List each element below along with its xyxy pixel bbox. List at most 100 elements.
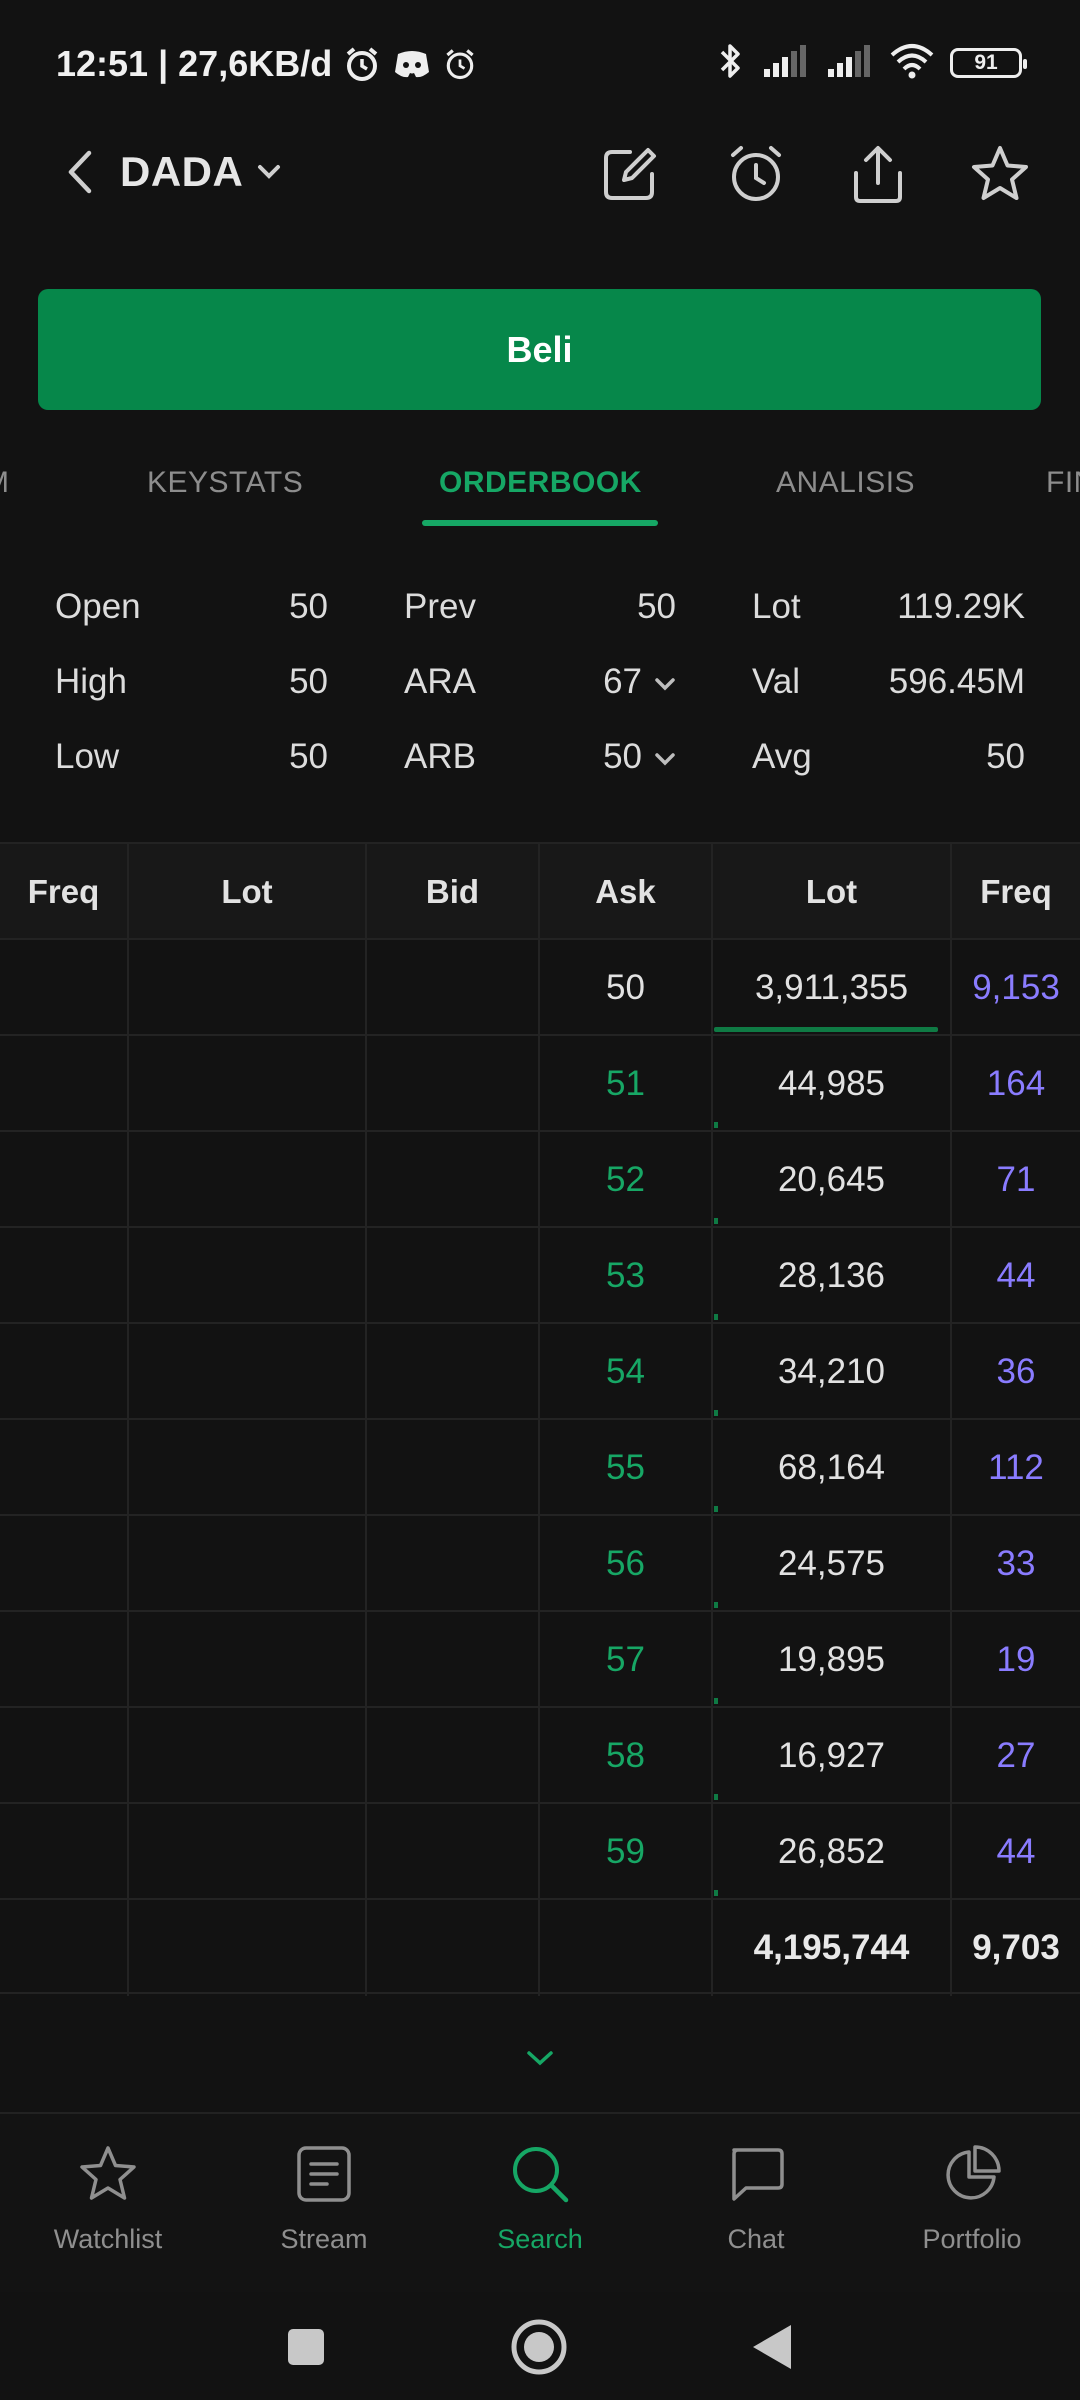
- edit-button[interactable]: [596, 140, 664, 208]
- signal-icon: [762, 43, 810, 84]
- home-circle-icon: [511, 2319, 567, 2375]
- ask-price-cell[interactable]: 52: [540, 1132, 713, 1228]
- pie-chart-icon: [940, 2142, 1004, 2206]
- ticker-selector[interactable]: DADA: [120, 140, 281, 204]
- alarm-icon: [342, 44, 382, 84]
- ask-lot-cell: 44,985: [713, 1036, 952, 1132]
- signal-icon: [826, 43, 874, 84]
- bid-lot-cell: [129, 940, 367, 1036]
- chevron-down-icon: [655, 753, 675, 766]
- bid-price-cell: [367, 940, 540, 1036]
- chevron-down-icon: [258, 165, 281, 179]
- ask-price-cell[interactable]: 54: [540, 1324, 713, 1420]
- bid-price-cell: [367, 1132, 540, 1228]
- bid-freq-cell: [0, 1612, 129, 1708]
- ask-lot-cell: 28,136: [713, 1228, 952, 1324]
- bid-freq-cell: [0, 1228, 129, 1324]
- orderbook-row[interactable]: 57 19,895 19: [0, 1610, 1080, 1708]
- ask-price-cell[interactable]: 58: [540, 1708, 713, 1804]
- ask-volume-bar: [714, 1122, 718, 1128]
- stock-header: DADA: [0, 120, 1080, 230]
- expand-button[interactable]: [516, 2038, 564, 2078]
- nav-label: Stream: [280, 2224, 368, 2254]
- ask-total-spacer: [540, 1900, 713, 1996]
- back-nav-button[interactable]: [738, 2312, 808, 2382]
- chevron-down-icon: [655, 678, 675, 691]
- share-button[interactable]: [844, 140, 912, 208]
- stat-ara-dropdown[interactable]: 67: [603, 662, 676, 702]
- stat-prev-value: 50: [637, 587, 676, 626]
- ask-freq-cell: 44: [996, 1832, 1036, 1871]
- tab-orderbook[interactable]: ORDERBOOK: [439, 466, 642, 500]
- stat-val-label: Val: [752, 662, 800, 701]
- wifi-icon: [890, 43, 934, 84]
- system-nav-bar: [0, 2292, 1080, 2400]
- nav-chat[interactable]: Chat: [648, 2142, 864, 2272]
- orderbook-total-row: 4,195,744 9,703: [0, 1898, 1080, 1996]
- home-button[interactable]: [504, 2312, 574, 2382]
- stat-ara-label: ARA: [404, 662, 476, 701]
- orderbook-row[interactable]: 55 68,164 112: [0, 1418, 1080, 1516]
- ask-price-cell[interactable]: 59: [540, 1804, 713, 1900]
- nav-portfolio[interactable]: Portfolio: [864, 2142, 1080, 2272]
- stat-open-value: 50: [289, 587, 328, 626]
- star-icon: [972, 146, 1028, 200]
- ask-freq-cell: 71: [996, 1160, 1036, 1199]
- bid-freq-cell: [0, 1036, 129, 1132]
- alarm-button[interactable]: [722, 140, 790, 208]
- tab-partial-left[interactable]: M: [0, 466, 10, 500]
- ticker-symbol: DADA: [120, 148, 244, 195]
- edit-icon: [604, 148, 656, 200]
- favorite-button[interactable]: [966, 140, 1034, 208]
- orderbook-row[interactable]: 51 44,985 164: [0, 1034, 1080, 1132]
- ask-price-cell[interactable]: 57: [540, 1612, 713, 1708]
- nav-watchlist[interactable]: Watchlist: [0, 2142, 216, 2272]
- stat-lot-value: 119.29K: [897, 587, 1025, 626]
- col-bid: Bid: [367, 844, 540, 940]
- bid-total-spacer: [367, 1900, 540, 1996]
- triangle-back-icon: [753, 2325, 791, 2369]
- orderbook-row[interactable]: 58 16,927 27: [0, 1706, 1080, 1804]
- stat-low-label: Low: [55, 737, 120, 776]
- orderbook-row[interactable]: 54 34,210 36: [0, 1322, 1080, 1420]
- ask-volume-bar: [714, 1602, 718, 1608]
- ask-volume-bar: [714, 1410, 718, 1416]
- tab-partial-right[interactable]: FIN: [1046, 466, 1080, 500]
- tab-analisis[interactable]: ANALISIS: [776, 466, 915, 500]
- bid-lot-cell: [129, 1612, 367, 1708]
- orderbook-row[interactable]: 50 3,911,355 9,153: [0, 938, 1080, 1036]
- recents-button[interactable]: [271, 2312, 341, 2382]
- share-icon: [854, 146, 902, 203]
- bid-lot-cell: [129, 1036, 367, 1132]
- ask-volume-bar: [714, 1506, 718, 1512]
- bid-price-cell: [367, 1708, 540, 1804]
- ask-price-cell[interactable]: 55: [540, 1420, 713, 1516]
- nav-search[interactable]: Search: [432, 2142, 648, 2272]
- bid-lot-cell: [129, 1228, 367, 1324]
- discord-icon: [392, 46, 432, 82]
- back-button[interactable]: [52, 142, 108, 202]
- ask-lot-total: 4,195,744: [713, 1900, 952, 1996]
- buy-button[interactable]: Beli: [38, 289, 1041, 410]
- nav-stream[interactable]: Stream: [216, 2142, 432, 2272]
- ask-lot-cell: 26,852: [713, 1804, 952, 1900]
- orderbook-row[interactable]: 56 24,575 33: [0, 1514, 1080, 1612]
- orderbook-row[interactable]: 52 20,645 71: [0, 1130, 1080, 1228]
- bid-price-cell: [367, 1420, 540, 1516]
- bid-freq-total: [0, 1900, 129, 1996]
- orderbook-row[interactable]: 53 28,136 44: [0, 1226, 1080, 1324]
- bid-price-cell: [367, 1324, 540, 1420]
- stat-open-label: Open: [55, 587, 141, 626]
- bid-lot-cell: [129, 1132, 367, 1228]
- ask-price-cell[interactable]: 50: [540, 940, 713, 1036]
- ask-lot-cell: 34,210: [713, 1324, 952, 1420]
- ask-price-cell[interactable]: 53: [540, 1228, 713, 1324]
- status-bar: 12:51 | 27,6KB/d 91: [0, 0, 1080, 120]
- ask-price-cell[interactable]: 51: [540, 1036, 713, 1132]
- stat-ara-value: 67: [603, 662, 642, 701]
- stat-arb-dropdown[interactable]: 50: [603, 737, 676, 777]
- ask-price-cell[interactable]: 56: [540, 1516, 713, 1612]
- orderbook-row[interactable]: 59 26,852 44: [0, 1802, 1080, 1900]
- ask-lot-cell: 20,645: [713, 1132, 952, 1228]
- tab-keystats[interactable]: KEYSTATS: [147, 466, 303, 500]
